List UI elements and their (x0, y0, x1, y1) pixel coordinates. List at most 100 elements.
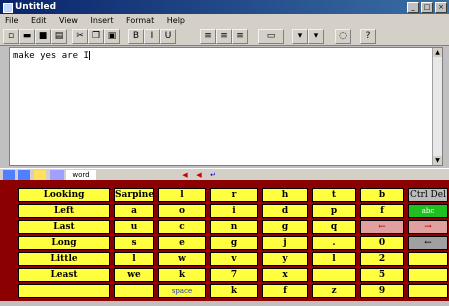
align-center-icon[interactable]: ≡ (216, 29, 232, 44)
status-icon-1 (3, 170, 15, 180)
menu-edit[interactable]: Edit (26, 14, 52, 27)
key-x[interactable]: x (262, 268, 308, 282)
maximize-button[interactable]: □ (421, 2, 433, 13)
save-icon[interactable]: ■ (35, 29, 51, 44)
key-s[interactable]: s (114, 236, 154, 250)
key-t[interactable]: t (312, 188, 356, 202)
cut-icon[interactable]: ✂ (72, 29, 88, 44)
document-area[interactable]: make yes are I ▲ ▼ (9, 47, 443, 166)
key-o[interactable]: o (158, 204, 206, 218)
menu-insert[interactable]: Insert (86, 14, 119, 27)
key-left[interactable]: Left (18, 204, 110, 218)
bold-icon[interactable]: B (128, 29, 144, 44)
key-blank-5[interactable] (114, 284, 154, 298)
key-space[interactable]: space (158, 284, 206, 298)
key-h[interactable]: h (262, 188, 308, 202)
key-7[interactable]: 7 (210, 268, 258, 282)
menu-view[interactable]: View (54, 14, 83, 27)
print-icon[interactable]: ▤ (51, 29, 67, 44)
key-0[interactable]: 0 (360, 236, 404, 250)
key-l3[interactable]: l (312, 252, 356, 266)
key-period[interactable]: . (312, 236, 356, 250)
vertical-scrollbar[interactable]: ▲ ▼ (432, 48, 442, 165)
paste-icon[interactable]: ▣ (104, 29, 120, 44)
key-b[interactable]: b (360, 188, 404, 202)
font-icon[interactable]: ▭ (258, 29, 284, 44)
key-k2[interactable]: k (210, 284, 258, 298)
enter-icon[interactable]: ↵ (208, 170, 218, 180)
key-last[interactable]: Last (18, 220, 110, 234)
menu-help[interactable]: Help (162, 14, 190, 27)
key-y[interactable]: y (262, 252, 308, 266)
new-file-icon[interactable]: ▫ (3, 29, 19, 44)
menu-file[interactable]: File (0, 14, 23, 27)
status-icon-2 (18, 170, 30, 180)
key-g[interactable]: g (262, 220, 308, 234)
key-a[interactable]: a (114, 204, 154, 218)
key-2[interactable]: 2 (360, 252, 404, 266)
key-v[interactable]: v (210, 252, 258, 266)
key-n[interactable]: n (210, 220, 258, 234)
zoom-icon[interactable]: ◌ (335, 29, 351, 44)
key-blank-4[interactable] (18, 284, 110, 298)
scroll-down-icon[interactable]: ▼ (433, 156, 442, 165)
onscreen-keyboard: Looking Sarpine l r h t b Ctrl Del Left … (0, 180, 449, 301)
align-left-icon[interactable]: ≡ (200, 29, 216, 44)
key-k[interactable]: k (158, 268, 206, 282)
key-p[interactable]: p (312, 204, 356, 218)
minimize-button[interactable]: _ (407, 2, 419, 13)
key-looking[interactable]: Looking (18, 188, 110, 202)
size-down-icon[interactable]: ▾ (292, 29, 308, 44)
app-icon (3, 3, 13, 13)
key-least[interactable]: Least (18, 268, 110, 282)
size-up-icon[interactable]: ▾ (308, 29, 324, 44)
key-little[interactable]: Little (18, 252, 110, 266)
key-blank-1[interactable] (408, 252, 448, 266)
key-j[interactable]: j (262, 236, 308, 250)
key-9[interactable]: 9 (360, 284, 404, 298)
text-caret (88, 51, 90, 60)
key-e[interactable]: e (158, 236, 206, 250)
italic-icon[interactable]: I (144, 29, 160, 44)
copy-icon[interactable]: ❐ (88, 29, 104, 44)
key-blank-3[interactable] (408, 268, 448, 282)
document-text[interactable]: make yes are I (13, 51, 90, 61)
window-controls: _ □ × (407, 2, 447, 13)
key-f[interactable]: f (360, 204, 404, 218)
key-forward-arrow[interactable]: → (408, 220, 448, 234)
menu-format[interactable]: Format (121, 14, 159, 27)
key-we[interactable]: we (114, 268, 154, 282)
status-item-word: word (66, 170, 96, 180)
key-i[interactable]: i (210, 204, 258, 218)
back-arrow-icon[interactable]: ◀ (194, 170, 204, 180)
key-g2[interactable]: g (210, 236, 258, 250)
open-icon[interactable]: ▬ (19, 29, 35, 44)
underline-icon[interactable]: U (160, 29, 176, 44)
key-5[interactable]: 5 (360, 268, 404, 282)
key-u[interactable]: u (114, 220, 154, 234)
menu-bar: File Edit View Insert Format Help (0, 14, 449, 27)
key-l[interactable]: l (158, 188, 206, 202)
key-r[interactable]: r (210, 188, 258, 202)
scroll-up-icon[interactable]: ▲ (433, 48, 442, 57)
prev-arrow-icon[interactable]: ◀ (180, 170, 190, 180)
key-blank-2[interactable] (312, 268, 356, 282)
key-z[interactable]: z (312, 284, 356, 298)
key-w[interactable]: w (158, 252, 206, 266)
align-right-icon[interactable]: ≡ (232, 29, 248, 44)
key-l2[interactable]: l (114, 252, 154, 266)
help-icon[interactable]: ? (360, 29, 376, 44)
close-button[interactable]: × (435, 2, 447, 13)
key-d[interactable]: d (262, 204, 308, 218)
key-back-arrow[interactable]: ← (360, 220, 404, 234)
key-ctrl-del[interactable]: Ctrl Del (408, 188, 448, 202)
window-title: Untitled (15, 2, 57, 12)
key-sarpine[interactable]: Sarpine (114, 188, 154, 202)
key-q[interactable]: q (312, 220, 356, 234)
key-backspace[interactable]: ← (408, 236, 448, 250)
key-c[interactable]: c (158, 220, 206, 234)
key-long[interactable]: Long (18, 236, 110, 250)
key-abc[interactable]: abc (408, 204, 448, 218)
key-f2[interactable]: f (262, 284, 308, 298)
key-blank-6[interactable] (408, 284, 448, 298)
